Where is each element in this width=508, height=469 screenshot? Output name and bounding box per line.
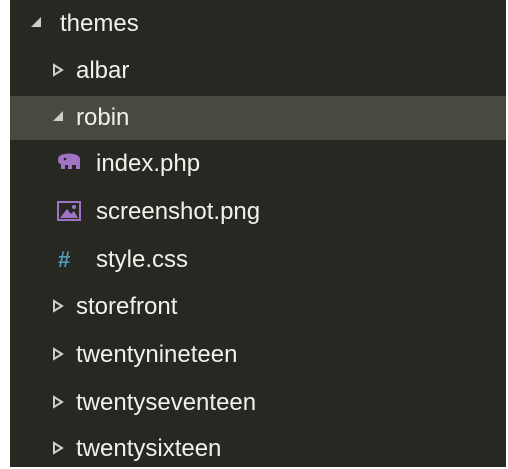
chevron-down-icon[interactable] — [52, 96, 66, 140]
chevron-right-icon[interactable] — [52, 381, 66, 425]
tree-folder-twentyseventeen[interactable]: twentyseventeen — [10, 381, 506, 425]
tree-folder-themes[interactable]: themes — [10, 2, 506, 46]
tree-file-style-css[interactable]: # style.css — [10, 238, 506, 282]
tree-file-index-php[interactable]: index.php — [10, 142, 506, 186]
tree-item-label: robin — [76, 104, 130, 131]
tree-item-label: albar — [76, 57, 130, 84]
image-icon — [56, 190, 82, 234]
tree-item-label: screenshot.png — [96, 198, 261, 225]
tree-item-label: style.css — [96, 246, 189, 273]
chevron-right-icon[interactable] — [52, 49, 66, 93]
tree-item-label: index.php — [96, 150, 201, 177]
hash-icon: # — [58, 247, 71, 272]
tree-file-screenshot-png[interactable]: screenshot.png — [10, 190, 506, 234]
tree-folder-robin[interactable]: robin — [10, 96, 506, 140]
tree-item-label: storefront — [76, 293, 178, 320]
php-elephant-icon — [56, 142, 82, 186]
tree-item-label: twentyseventeen — [76, 389, 257, 416]
tree-folder-storefront[interactable]: storefront — [10, 285, 506, 329]
chevron-right-icon[interactable] — [52, 427, 66, 467]
chevron-down-icon[interactable] — [30, 2, 44, 46]
tree-folder-twentysixteen[interactable]: twentysixteen — [10, 427, 506, 467]
tree-item-label: themes — [60, 10, 139, 37]
tree-folder-twentynineteen[interactable]: twentynineteen — [10, 333, 506, 377]
chevron-right-icon[interactable] — [52, 285, 66, 329]
file-explorer-tree: themes albar robin index.php screenshot.… — [10, 0, 506, 467]
tree-item-label: twentysixteen — [76, 435, 222, 462]
tree-item-label: twentynineteen — [76, 341, 238, 368]
chevron-right-icon[interactable] — [52, 333, 66, 377]
tree-folder-albar[interactable]: albar — [10, 49, 506, 93]
